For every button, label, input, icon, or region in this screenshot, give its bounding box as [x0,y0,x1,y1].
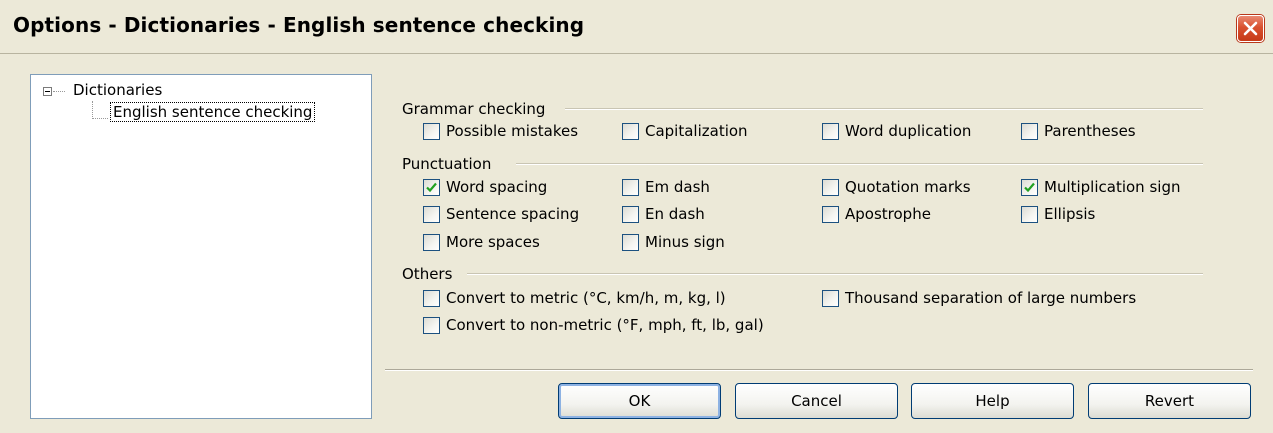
checkbox-word-duplication[interactable]: Word duplication [822,122,971,140]
checkbox-possible-mistakes[interactable]: Possible mistakes [423,122,578,140]
checkbox-en-dash[interactable]: En dash [622,205,705,223]
title-bar: Options - Dictionaries - English sentenc… [0,0,1273,54]
checkbox-label: More spaces [446,233,540,251]
checkmark-icon [1024,182,1035,192]
close-icon [1243,21,1258,36]
checkbox-word-spacing[interactable]: Word spacing [423,178,547,196]
checkbox-label: Apostrophe [845,205,931,223]
tree-connector [92,118,108,119]
checkbox-box[interactable] [1021,178,1038,196]
checkbox-thousand-separation[interactable]: Thousand separation of large numbers [822,289,1136,307]
checkbox-capitalization[interactable]: Capitalization [622,122,748,140]
checkbox-em-dash[interactable]: Em dash [622,178,710,196]
button-separator [385,369,1253,371]
checkbox-more-spaces[interactable]: More spaces [423,233,540,251]
checkbox-label: Minus sign [645,233,725,251]
checkbox-quotation-marks[interactable]: Quotation marks [822,178,971,196]
checkbox-convert-to-metric[interactable]: Convert to metric (°C, km/h, m, kg, l) [423,289,726,307]
ok-button[interactable]: OK [558,383,721,419]
checkbox-box[interactable] [622,178,639,196]
tree-connector [53,91,65,92]
cancel-button[interactable]: Cancel [735,383,898,419]
checkbox-convert-to-non-metric[interactable]: Convert to non-metric (°F, mph, ft, lb, … [423,316,764,334]
punctuation-label: Punctuation [402,155,492,173]
checkbox-box[interactable] [423,178,440,196]
checkbox-label: Convert to non-metric (°F, mph, ft, lb, … [446,316,764,334]
checkbox-label: Sentence spacing [446,205,580,223]
checkbox-box[interactable] [622,122,639,140]
checkbox-apostrophe[interactable]: Apostrophe [822,205,931,223]
checkbox-label: Word duplication [845,122,972,140]
checkbox-label: Ellipsis [1044,205,1096,223]
checkbox-box[interactable] [622,205,639,223]
checkbox-box[interactable] [423,205,440,223]
tree-connector [92,101,93,119]
checkbox-label: Capitalization [645,122,748,140]
checkbox-label: En dash [645,205,705,223]
others-label: Others [402,265,453,283]
checkbox-ellipsis[interactable]: Ellipsis [1021,205,1095,223]
group-divider [516,163,1203,165]
checkbox-label: Em dash [645,178,710,196]
tree-item-english-sentence-checking[interactable]: English sentence checking [109,102,316,122]
group-divider [565,108,1203,110]
checkbox-box[interactable] [822,289,839,307]
checkbox-box[interactable] [622,233,639,251]
checkbox-box[interactable] [423,289,440,307]
checkbox-box[interactable] [1021,122,1038,140]
close-button[interactable] [1237,15,1264,42]
checkbox-label: Quotation marks [845,178,971,196]
collapse-toggle-icon[interactable] [43,87,52,96]
checkmark-icon [426,182,437,192]
grammar-checking-label: Grammar checking [402,100,546,118]
checkbox-label: Thousand separation of large numbers [845,289,1137,307]
checkbox-minus-sign[interactable]: Minus sign [622,233,725,251]
checkbox-box[interactable] [822,122,839,140]
checkbox-multiplication-sign[interactable]: Multiplication sign [1021,178,1180,196]
checkbox-label: Possible mistakes [446,122,579,140]
window-title: Options - Dictionaries - English sentenc… [13,13,585,37]
checkbox-box[interactable] [423,122,440,140]
checkbox-label: Parentheses [1044,122,1136,140]
checkbox-box[interactable] [423,233,440,251]
checkbox-label: Word spacing [446,178,548,196]
help-button[interactable]: Help [911,383,1074,419]
checkbox-box[interactable] [423,316,440,334]
checkbox-label: Convert to metric (°C, km/h, m, kg, l) [446,289,726,307]
group-divider [467,273,1203,275]
checkbox-box[interactable] [1021,205,1038,223]
checkbox-parentheses[interactable]: Parentheses [1021,122,1136,140]
checkbox-sentence-spacing[interactable]: Sentence spacing [423,205,579,223]
checkbox-box[interactable] [822,205,839,223]
category-tree[interactable]: Dictionaries English sentence checking [30,74,372,419]
checkbox-label: Multiplication sign [1044,178,1181,196]
tree-item-dictionaries[interactable]: Dictionaries [73,81,162,99]
checkbox-box[interactable] [822,178,839,196]
revert-button[interactable]: Revert [1088,383,1251,419]
